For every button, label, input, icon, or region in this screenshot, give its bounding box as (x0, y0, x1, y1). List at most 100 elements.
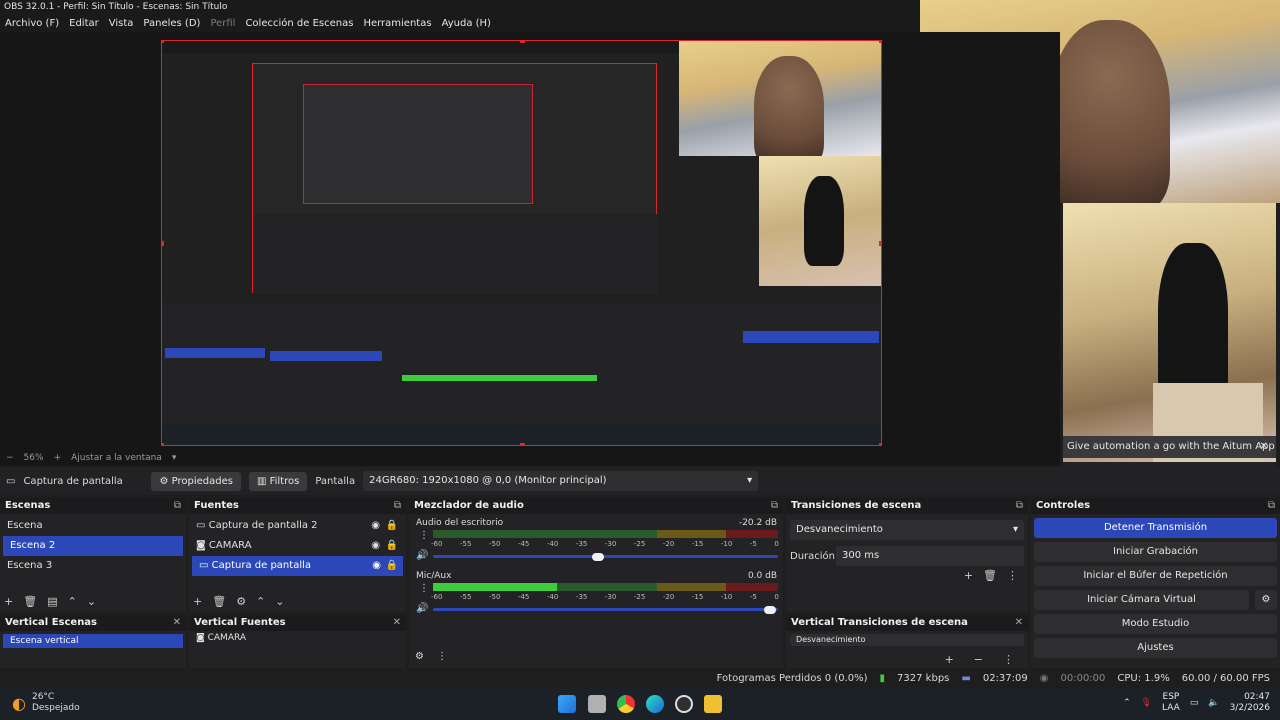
display-select[interactable]: 24GR680: 1920x1080 @ 0,0 (Monitor princi… (363, 471, 759, 491)
handle-tr[interactable] (879, 41, 881, 43)
mic-icon[interactable]: 🎙 (1141, 698, 1152, 708)
add-icon[interactable]: + (193, 595, 202, 608)
mixer-menu-icon[interactable]: ⋮ (437, 651, 447, 662)
menu-vista[interactable]: Vista (104, 18, 139, 29)
virtual-camera-gear-icon[interactable]: ⚙ (1255, 590, 1277, 610)
chevron-down-icon[interactable]: ⌄ (87, 595, 96, 608)
handle-bl[interactable] (162, 443, 164, 445)
clock-time[interactable]: 02:47 (1230, 692, 1270, 703)
more-icon[interactable]: ⋮ (1007, 569, 1018, 582)
replay-buffer-button[interactable]: Iniciar el Búfer de Repetición (1034, 566, 1277, 586)
studio-mode-button[interactable]: Modo Estudio (1034, 614, 1277, 634)
windows-start-icon[interactable] (558, 695, 576, 713)
volume-fader-mic[interactable] (433, 608, 778, 611)
menu-editar[interactable]: Editar (64, 18, 104, 29)
menu-herramientas[interactable]: Herramientas (358, 18, 436, 29)
fader-knob[interactable] (764, 606, 776, 614)
volume-icon[interactable]: 🔈 (1208, 698, 1219, 708)
chevron-down-icon[interactable]: ⌄ (275, 595, 284, 608)
lang-2[interactable]: LAA (1162, 703, 1180, 714)
start-recording-button[interactable]: Iniciar Grabación (1034, 542, 1277, 562)
properties-label: Propiedades (171, 475, 233, 487)
chevron-up-icon[interactable]: ⌃ (1123, 698, 1131, 708)
virtual-camera-button[interactable]: Iniciar Cámara Virtual (1034, 590, 1249, 610)
trash-icon[interactable]: 🗑 (23, 595, 37, 608)
vertical-transition-select[interactable]: Desvanecimiento (790, 634, 1024, 646)
handle-tl[interactable] (162, 41, 164, 43)
speaker-icon[interactable]: 🔊 (416, 603, 428, 614)
edge-icon[interactable] (646, 695, 664, 713)
source-label: Captura de pantalla (211, 560, 312, 571)
more-icon[interactable]: ⋮ (1003, 653, 1014, 666)
network-icon[interactable]: ▭ (1190, 698, 1199, 708)
close-icon[interactable]: ✕ (393, 615, 401, 631)
trash-icon[interactable]: 🗑 (983, 569, 997, 582)
menu-ayuda[interactable]: Ayuda (H) (437, 18, 496, 29)
add-icon[interactable]: + (964, 569, 973, 582)
vertical-scene-item[interactable]: Escena vertical (3, 634, 183, 648)
source-item[interactable]: ▭ Captura de pantalla ◉ 🔒 (192, 556, 403, 576)
handle-mr[interactable] (879, 241, 881, 246)
vertical-source-item[interactable]: ◙ CAMARA (189, 631, 406, 645)
weather-widget[interactable]: ◐ 26°C Despejado (12, 692, 80, 714)
volume-fader-desktop[interactable] (433, 555, 778, 558)
vertical-transitions-toolbar: + − ⋮ (945, 653, 1014, 666)
scene-item[interactable]: Escena (0, 516, 186, 536)
gear-icon[interactable]: ⚙ (236, 595, 246, 608)
window-title: OBS 32.0.1 - Perfil: Sin Título - Escena… (0, 0, 920, 14)
chevron-up-icon[interactable]: ⌃ (256, 595, 265, 608)
lock-icon[interactable]: 🔒 (386, 536, 398, 556)
dock-icon[interactable]: ⧉ (394, 498, 401, 514)
clock-date[interactable]: 3/2/2026 (1230, 703, 1270, 714)
source-item[interactable]: ◙ CAMARA ◉ 🔒 (189, 536, 406, 556)
stop-stream-button[interactable]: Detener Transmisión (1034, 518, 1277, 538)
close-icon[interactable]: ✕ (1260, 436, 1268, 458)
task-view-icon[interactable] (588, 695, 606, 713)
duration-field[interactable]: 300 ms (836, 546, 1024, 566)
lock-icon[interactable]: 🔒 (386, 516, 398, 536)
channel-menu-icon[interactable]: ⋮ (419, 530, 429, 541)
transition-select[interactable]: Desvanecimiento ▾ (790, 520, 1024, 540)
handle-ml[interactable] (162, 241, 164, 246)
obs-icon[interactable] (675, 695, 693, 713)
source-item[interactable]: ▭ Captura de pantalla 2 ◉ 🔒 (189, 516, 406, 536)
menu-paneles[interactable]: Paneles (D) (138, 18, 205, 29)
preview-canvas[interactable] (161, 40, 882, 446)
eye-icon[interactable]: ◉ (371, 536, 380, 556)
scene-item[interactable]: Escena 3 (0, 556, 186, 576)
channel-menu-icon[interactable]: ⋮ (419, 583, 429, 594)
handle-bc[interactable] (520, 443, 525, 445)
speaker-icon[interactable]: 🔊 (416, 550, 428, 561)
fader-knob[interactable] (592, 553, 604, 561)
dock-icon[interactable]: ⧉ (174, 498, 181, 514)
filter-icon[interactable]: ▤ (47, 595, 57, 608)
zoom-out-icon[interactable]: − (6, 453, 14, 463)
chevron-up-icon[interactable]: ⌃ (68, 595, 77, 608)
scene-item[interactable]: Escena 2 (3, 536, 183, 556)
dock-icon[interactable]: ⧉ (1016, 498, 1023, 514)
menu-coleccion[interactable]: Colección de Escenas (240, 18, 358, 29)
properties-button[interactable]: ⚙ Propiedades (151, 471, 241, 491)
zoom-in-icon[interactable]: + (54, 453, 62, 463)
dock-icon[interactable]: ⧉ (771, 498, 778, 514)
handle-br[interactable] (879, 443, 881, 445)
chevron-down-icon[interactable]: ▾ (172, 453, 177, 463)
filters-button[interactable]: ▥ Filtros (248, 471, 308, 491)
add-icon[interactable]: + (4, 595, 13, 608)
mixer-settings-icon[interactable]: ⚙ (415, 651, 424, 662)
menu-archivo[interactable]: Archivo (F) (0, 18, 64, 29)
dock-icon[interactable]: ⧉ (1268, 498, 1275, 514)
eye-icon[interactable]: ◉ (371, 516, 380, 536)
handle-tc[interactable] (520, 41, 525, 43)
add-icon[interactable]: + (945, 653, 954, 666)
trash-icon[interactable]: 🗑 (212, 595, 226, 608)
close-icon[interactable]: ✕ (1015, 615, 1023, 631)
lock-icon[interactable]: 🔒 (386, 556, 398, 576)
eye-icon[interactable]: ◉ (372, 556, 381, 576)
chrome-icon[interactable] (617, 695, 635, 713)
close-icon[interactable]: ✕ (173, 615, 181, 631)
minus-icon[interactable]: − (974, 653, 983, 666)
lang-1[interactable]: ESP (1162, 692, 1180, 703)
settings-button[interactable]: Ajustes (1034, 638, 1277, 658)
file-explorer-icon[interactable] (704, 695, 722, 713)
